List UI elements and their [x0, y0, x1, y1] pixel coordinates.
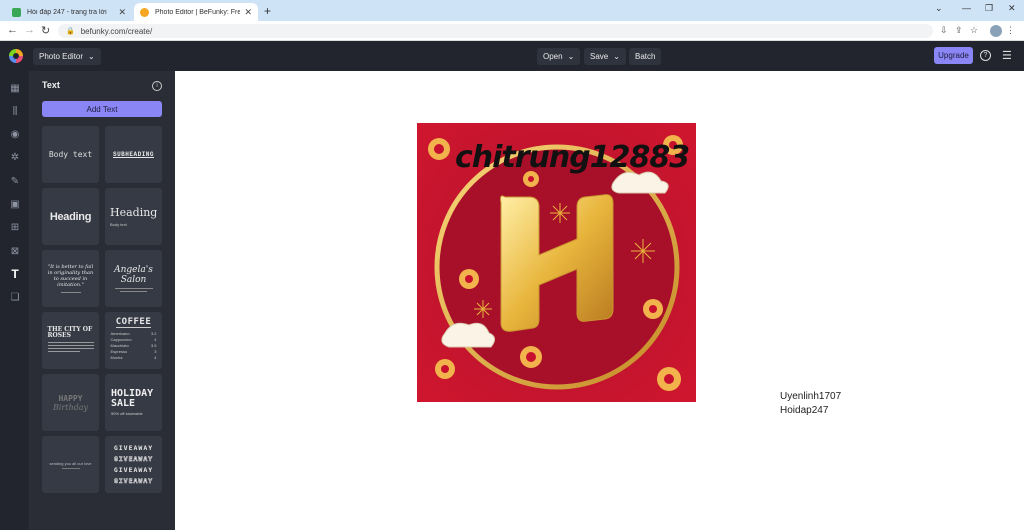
preset-subheading[interactable]: SUBHEADING [105, 126, 162, 183]
preset-label: Angela's Salon [114, 265, 153, 285]
minimize-icon[interactable]: — [962, 3, 971, 13]
chevron-down-icon: ⌄ [613, 52, 620, 61]
window-close-icon[interactable]: ✕ [1008, 3, 1016, 14]
browser-tab-bar: Hỏi đáp 247 - trang tra lời ✕ Photo Edit… [0, 0, 1024, 21]
preset-heading-serif[interactable]: Heading Body text [105, 188, 162, 245]
coffee-menu: Americano 3.2 Cappuccino 4 Macchiato 3.5 Es… [111, 331, 157, 361]
preset-label: Body text [48, 150, 93, 159]
open-label: Open [543, 52, 563, 61]
preset-label: "It is better to fail in originality tha… [47, 264, 94, 288]
info-icon[interactable]: i [152, 81, 162, 91]
tab-search-icon[interactable]: ⌄ [935, 3, 943, 14]
text-icon[interactable]: T [9, 267, 21, 281]
tab-close-icon[interactable]: ✕ [118, 7, 126, 18]
browser-menu-icon[interactable]: ⋮ [1006, 25, 1015, 36]
text-panel: Text i Add Text Body text SUBHEADING Hea… [30, 71, 175, 530]
preset-label: GIVEAWAY [113, 454, 154, 463]
divider [60, 292, 81, 293]
layout-icon[interactable]: ▦ [9, 82, 21, 94]
caption-line: Uyenlinh1707 [780, 391, 842, 402]
preset-giveaway[interactable]: GIVEAWAY GIVEAWAY GIVEAWAY GIVEAWAY [105, 436, 162, 493]
preset-salon[interactable]: Angela's Salon [105, 250, 162, 307]
preset-lines [114, 288, 153, 292]
tab-title: Photo Editor | BeFunky: Free Onl [155, 8, 241, 16]
profile-avatar[interactable] [990, 25, 1002, 37]
canvas-caption[interactable]: Uyenlinh1707 Hoidap247 [780, 390, 841, 418]
batch-label: Batch [635, 52, 656, 61]
sparkle-icon[interactable]: ✲ [9, 151, 21, 163]
preset-sublabel: 50% off storewide [111, 411, 143, 416]
save-button[interactable]: Save ⌄ [584, 48, 626, 65]
restore-icon[interactable]: ❐ [985, 3, 993, 14]
preset-quote[interactable]: "It is better to fail in originality tha… [42, 250, 99, 307]
preset-label: Birthday [52, 402, 89, 412]
back-icon[interactable]: ← [7, 24, 18, 36]
save-label: Save [590, 52, 609, 61]
preset-heading-bold[interactable]: Heading [42, 188, 99, 245]
befunky-favicon-icon [140, 7, 149, 17]
preset-label: SUBHEADING [112, 151, 154, 158]
caption-line: Hoidap247 [780, 405, 829, 416]
preset-label: GIVEAWAY [113, 443, 154, 452]
befunky-logo[interactable] [9, 49, 23, 63]
url-text: befunky.com/create/ [80, 26, 153, 36]
share-icon[interactable]: ⇪ [955, 25, 963, 36]
reload-icon[interactable]: ↻ [41, 24, 50, 37]
url-input[interactable]: 🔒 befunky.com/create/ [58, 24, 933, 38]
artwork-handwritten-text: chitrung12883 [455, 140, 689, 175]
tool-rail: ▦ ⫼ ◉ ✲ ✎ ▣ ⊞ ⊠ T ❏ [0, 71, 30, 530]
chevron-down-icon: ⌄ [88, 52, 95, 61]
brush-icon[interactable]: ✎ [9, 175, 21, 187]
forward-icon[interactable]: → [24, 24, 35, 36]
preset-label: Heading [49, 210, 92, 223]
preset-label: sending you all our love [49, 460, 92, 466]
canvas-artwork[interactable]: H chitrung12883 [417, 123, 696, 402]
address-bar: ← → ↻ 🔒 befunky.com/create/ ⇩ ⇪ ☆ ⋮ [0, 21, 1024, 41]
preset-label: THE CITY OF ROSES [47, 326, 93, 339]
panel-title: Text [42, 80, 60, 90]
preset-label: GIVEAWAY [113, 465, 154, 474]
upgrade-button[interactable]: Upgrade [934, 47, 973, 64]
chevron-down-icon: ⌄ [567, 52, 575, 61]
preset-label: Heading [110, 206, 158, 219]
overlay-icon[interactable]: ❏ [9, 291, 21, 303]
texture-icon[interactable]: ⊠ [9, 245, 21, 257]
preset-label: COFFEE [115, 317, 152, 328]
browser-tab-hoidap[interactable]: Hỏi đáp 247 - trang tra lời ✕ [6, 3, 132, 21]
preset-label: SALE [111, 398, 136, 409]
app-top-bar: Photo Editor ⌄ Open ⌄ Save ⌄ Batch [0, 41, 1024, 71]
preset-label: HAPPY [58, 393, 83, 403]
sliders-icon[interactable]: ⫼ [9, 105, 21, 117]
preset-happy-birthday[interactable]: HAPPY Birthday [42, 374, 99, 431]
tab-title: Hỏi đáp 247 - trang tra lời [27, 8, 107, 16]
eye-icon[interactable]: ◉ [9, 128, 21, 140]
batch-button[interactable]: Batch [629, 48, 662, 65]
hamburger-menu-icon[interactable]: ☰ [1002, 49, 1012, 62]
browser-tab-befunky[interactable]: Photo Editor | BeFunky: Free Onl ✕ [134, 3, 258, 21]
add-text-button[interactable]: Add Text [42, 101, 162, 117]
preset-sublabel: Body text [110, 222, 127, 227]
preset-body-text[interactable]: Body text [42, 126, 99, 183]
help-icon[interactable]: ? [980, 50, 991, 61]
frame-icon[interactable]: ▣ [9, 198, 21, 210]
preset-city[interactable]: THE CITY OF ROSES [42, 312, 99, 369]
preset-lines [47, 342, 94, 354]
hoidap-favicon-icon [12, 7, 21, 17]
tab-close-icon[interactable]: ✕ [244, 7, 252, 18]
lock-icon: 🔒 [66, 28, 75, 35]
divider [61, 467, 80, 469]
menu-row: Mocha 4 [110, 355, 157, 360]
editor-mode-dropdown[interactable]: Photo Editor ⌄ [33, 48, 101, 65]
preset-label: GIVEAWAY [113, 476, 154, 485]
install-icon[interactable]: ⇩ [940, 25, 948, 36]
preset-holiday-sale[interactable]: HOLIDAY SALE 50% off storewide [105, 374, 162, 431]
bookmark-star-icon[interactable]: ☆ [970, 25, 978, 36]
graphics-icon[interactable]: ⊞ [9, 221, 21, 233]
editor-mode-label: Photo Editor [39, 52, 84, 61]
preset-coffee[interactable]: COFFEE Americano 3.2 Cappuccino 4 Macchiat… [105, 312, 162, 369]
open-button[interactable]: Open ⌄ [537, 48, 581, 65]
new-tab-icon[interactable]: + [264, 4, 271, 18]
preset-sending-love[interactable]: sending you all our love [42, 436, 99, 493]
